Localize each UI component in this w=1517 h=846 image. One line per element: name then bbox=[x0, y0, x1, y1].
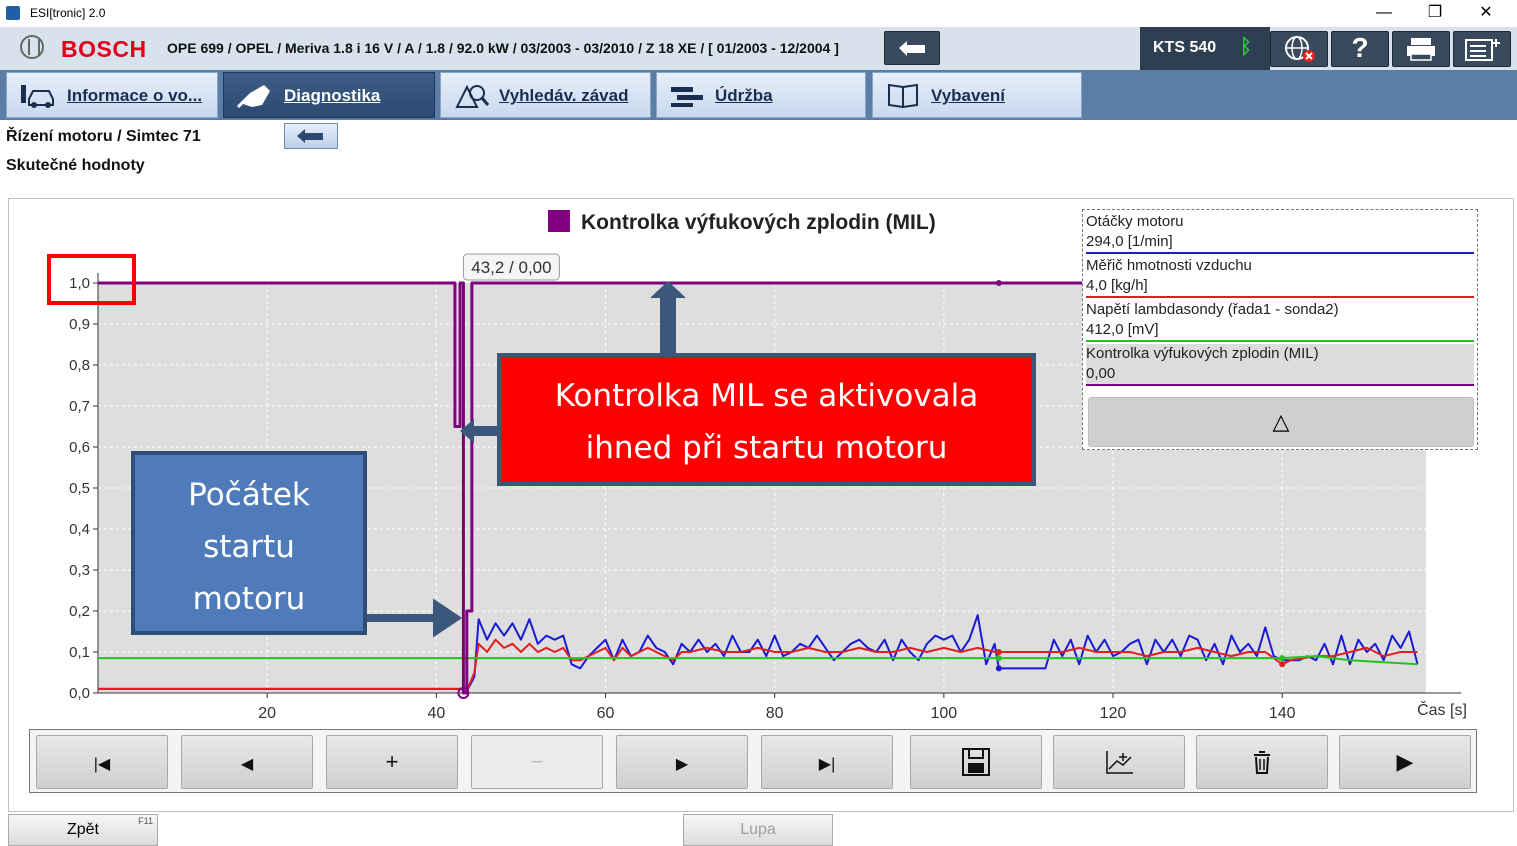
next-button[interactable]: ▶ bbox=[616, 735, 748, 789]
triangle-up-icon: △ bbox=[1272, 409, 1290, 434]
x-tick-label: 80 bbox=[766, 705, 784, 722]
legend-series-value: 412,0 [mV] bbox=[1086, 321, 1159, 338]
zoom-in-button[interactable]: + bbox=[326, 735, 458, 789]
legend-series-value: 0,00 bbox=[1086, 365, 1116, 382]
x-tick-label: 100 bbox=[931, 705, 958, 722]
play-icon: ▶ bbox=[1396, 749, 1414, 774]
y-tick-label: 0,8 bbox=[69, 357, 90, 374]
y-tick-label: 0,6 bbox=[69, 439, 90, 456]
legend-series-name: Napětí lambdasondy (řada1 - sonda2) bbox=[1086, 301, 1339, 318]
chart-controls: |◀ ◀ + − ▶ ▶| ▶ bbox=[29, 729, 1477, 793]
zoom-out-button[interactable]: − bbox=[471, 735, 603, 789]
floppy-disk-icon bbox=[962, 748, 990, 776]
y-tick-label: 0,9 bbox=[69, 316, 90, 333]
legend-series-name: Otáčky motoru bbox=[1086, 213, 1184, 230]
x-tick-label: 20 bbox=[258, 705, 276, 722]
data-marker bbox=[995, 649, 1002, 655]
trash-icon bbox=[1254, 751, 1270, 774]
back-footer-button[interactable]: Zpět F11 bbox=[8, 814, 158, 846]
skip-start-icon: |◀ bbox=[93, 756, 111, 773]
annotation-line: startu bbox=[203, 529, 295, 565]
annotation-line: ihned při startu motoru bbox=[585, 430, 948, 466]
back-label: Zpět bbox=[66, 821, 99, 838]
step-back-icon: ◀ bbox=[240, 756, 254, 773]
annotation-line: motoru bbox=[192, 581, 306, 617]
step-forward-icon: ▶ bbox=[675, 756, 689, 773]
annotation-line: Počátek bbox=[188, 477, 310, 513]
zoom-footer-button[interactable]: Lupa bbox=[683, 814, 833, 846]
legend-item[interactable]: Měřič hmotnosti vzduchu 4,0 [kg/h] bbox=[1086, 256, 1474, 298]
shortcut-hint: F11 bbox=[138, 816, 153, 826]
y-tick-label: 0,3 bbox=[69, 562, 90, 579]
legend-line bbox=[1086, 252, 1474, 254]
play-button[interactable]: ▶ bbox=[1339, 735, 1471, 789]
data-marker bbox=[995, 655, 1002, 662]
y-tick-label: 0,5 bbox=[69, 480, 90, 497]
title-swatch bbox=[548, 210, 570, 232]
annotation-line: Kontrolka MIL se aktivovala bbox=[554, 378, 979, 414]
y-tick-label: 0,2 bbox=[69, 603, 90, 620]
legend-series-value: 4,0 [kg/h] bbox=[1086, 277, 1148, 294]
legend-item[interactable]: Otáčky motoru 294,0 [1/min] bbox=[1086, 212, 1474, 254]
minus-icon: − bbox=[530, 749, 544, 774]
x-tick-label: 40 bbox=[427, 705, 445, 722]
legend-item-selected[interactable]: Kontrolka výfukových zplodin (MIL) 0,00 bbox=[1086, 344, 1474, 386]
first-button[interactable]: |◀ bbox=[36, 735, 168, 789]
annotation-engine-start: Počátek startu motoru bbox=[131, 451, 367, 635]
data-marker bbox=[1279, 661, 1286, 668]
legend-line bbox=[1086, 296, 1474, 298]
data-marker bbox=[995, 280, 1002, 286]
chart-legend: Otáčky motoru 294,0 [1/min] Měřič hmotno… bbox=[1082, 209, 1478, 450]
delete-button[interactable] bbox=[1196, 735, 1328, 789]
skip-end-icon: ▶| bbox=[818, 756, 836, 773]
chart-settings-button[interactable] bbox=[1053, 735, 1185, 789]
y-tick-label: 0,7 bbox=[69, 398, 90, 415]
y-tick-label: 0,4 bbox=[69, 521, 90, 538]
legend-series-value: 294,0 [1/min] bbox=[1086, 233, 1173, 250]
zoom-label: Lupa bbox=[740, 821, 776, 838]
plus-icon: + bbox=[385, 749, 399, 774]
y-tick-label: 0,1 bbox=[69, 644, 90, 661]
data-marker bbox=[995, 665, 1002, 672]
x-tick-label: 140 bbox=[1269, 705, 1296, 722]
x-tick-label: 120 bbox=[1100, 705, 1127, 722]
x-axis-label: Čas [s] bbox=[1417, 700, 1467, 719]
chart-axis-icon bbox=[1106, 751, 1133, 774]
save-button[interactable] bbox=[910, 735, 1042, 789]
y-tick-label: 0,0 bbox=[69, 685, 90, 702]
legend-line bbox=[1086, 384, 1474, 386]
last-button[interactable]: ▶| bbox=[761, 735, 893, 789]
legend-collapse-button[interactable]: △ bbox=[1088, 397, 1474, 447]
previous-button[interactable]: ◀ bbox=[181, 735, 313, 789]
legend-item[interactable]: Napětí lambdasondy (řada1 - sonda2) 412,… bbox=[1086, 300, 1474, 342]
data-marker bbox=[1279, 655, 1286, 662]
cursor-label: 43,2 / 0,00 bbox=[471, 258, 551, 277]
legend-series-name: Měřič hmotnosti vzduchu bbox=[1086, 257, 1252, 274]
legend-line bbox=[1086, 340, 1474, 342]
x-tick-label: 60 bbox=[597, 705, 615, 722]
legend-series-name: Kontrolka výfukových zplodin (MIL) bbox=[1086, 345, 1319, 362]
chart-title: Kontrolka výfukových zplodin (MIL) bbox=[581, 211, 936, 234]
highlight-frame bbox=[47, 254, 136, 305]
annotation-mil-activated: Kontrolka MIL se aktivovala ihned při st… bbox=[497, 353, 1036, 486]
